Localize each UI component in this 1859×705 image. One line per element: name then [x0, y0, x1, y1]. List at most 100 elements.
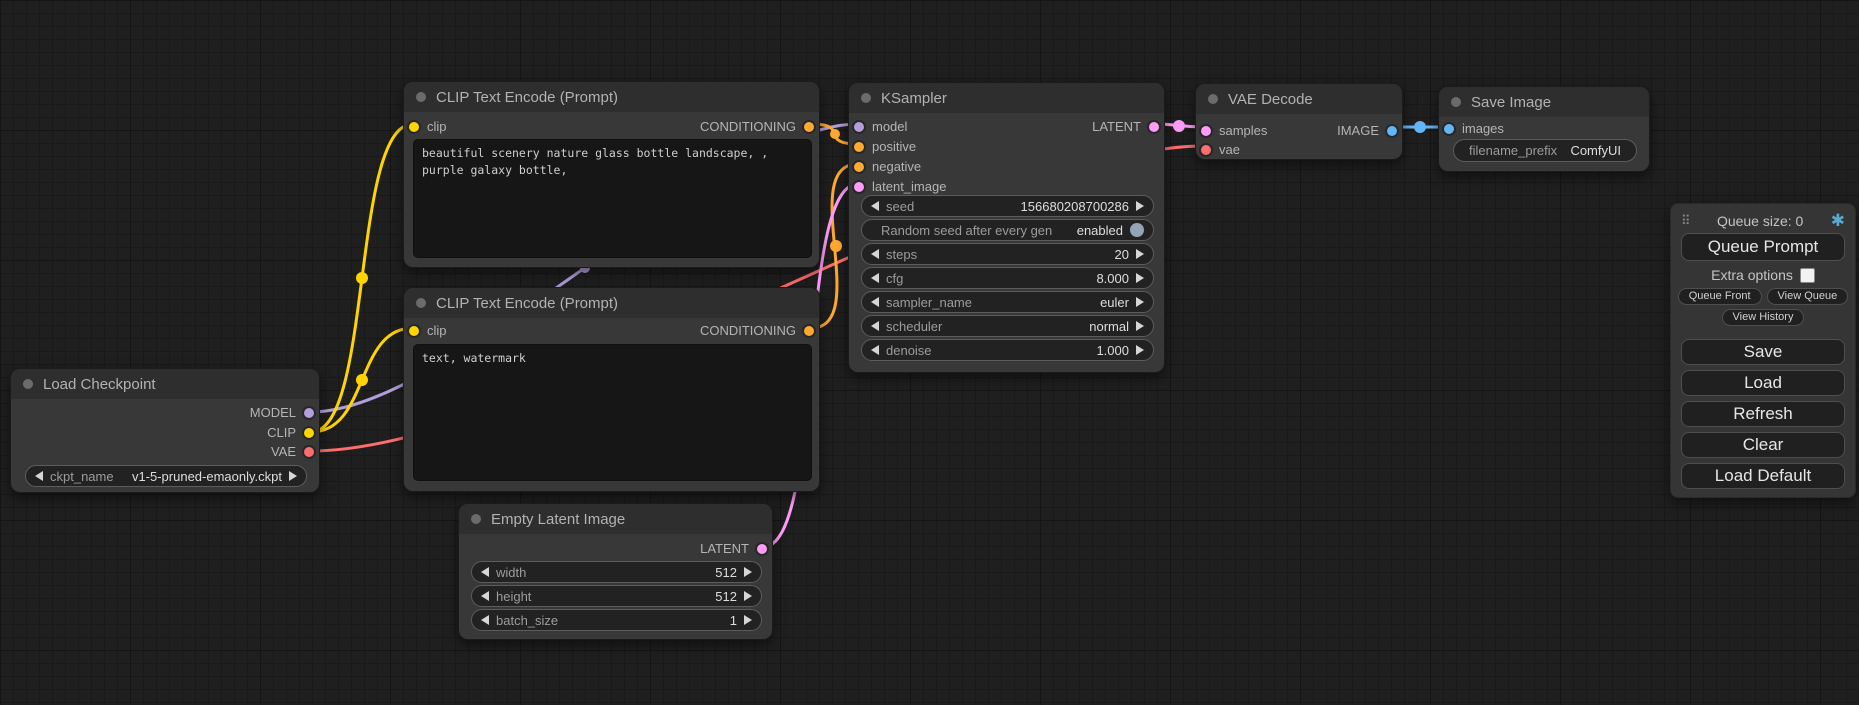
- conditioning-port-icon[interactable]: [854, 142, 864, 152]
- decrement-icon[interactable]: [871, 273, 879, 283]
- denoise-widget[interactable]: denoise 1.000: [861, 339, 1154, 361]
- prompt-textarea[interactable]: text, watermark: [413, 344, 812, 481]
- latent-port-icon[interactable]: [854, 182, 864, 192]
- node-title-bar[interactable]: Save Image: [1439, 87, 1649, 117]
- collapse-dot-icon[interactable]: [471, 514, 481, 524]
- input-port-latent-image[interactable]: latent_image: [854, 179, 946, 194]
- toggle-icon[interactable]: [1130, 223, 1144, 237]
- node-empty-latent-image[interactable]: Empty Latent Image LATENT width 512 heig…: [458, 503, 773, 640]
- output-port-conditioning[interactable]: CONDITIONING: [700, 323, 814, 338]
- extra-options-checkbox[interactable]: [1800, 268, 1815, 283]
- model-port-icon[interactable]: [854, 122, 864, 132]
- steps-widget[interactable]: steps 20: [861, 243, 1154, 265]
- increment-icon[interactable]: [1136, 345, 1144, 355]
- collapse-dot-icon[interactable]: [416, 298, 426, 308]
- decrement-icon[interactable]: [871, 201, 879, 211]
- model-port-icon[interactable]: [304, 408, 314, 418]
- filename-prefix-widget[interactable]: filename_prefix ComfyUI: [1453, 139, 1637, 162]
- image-port-icon[interactable]: [1444, 124, 1454, 134]
- output-port-image[interactable]: IMAGE: [1337, 123, 1397, 138]
- output-port-vae[interactable]: VAE: [271, 444, 314, 459]
- output-port-latent[interactable]: LATENT: [700, 541, 767, 556]
- increment-icon[interactable]: [744, 615, 752, 625]
- conditioning-port-icon[interactable]: [804, 122, 814, 132]
- node-title-bar[interactable]: Load Checkpoint: [11, 369, 319, 399]
- node-graph-canvas[interactable]: Load Checkpoint MODEL CLIP VAE ckpt_name…: [0, 0, 1859, 705]
- increment-icon[interactable]: [1136, 321, 1144, 331]
- node-ksampler[interactable]: KSampler model positive negative latent_…: [848, 82, 1165, 373]
- decrement-icon[interactable]: [871, 345, 879, 355]
- sampler-name-widget[interactable]: sampler_name euler: [861, 291, 1154, 313]
- output-port-clip[interactable]: CLIP: [267, 425, 314, 440]
- decrement-icon[interactable]: [871, 249, 879, 259]
- node-title-bar[interactable]: CLIP Text Encode (Prompt): [404, 288, 819, 318]
- decrement-icon[interactable]: [481, 615, 489, 625]
- output-port-model[interactable]: MODEL: [250, 405, 314, 420]
- scheduler-widget[interactable]: scheduler normal: [861, 315, 1154, 337]
- increment-icon[interactable]: [289, 471, 297, 481]
- collapse-dot-icon[interactable]: [1451, 97, 1461, 107]
- input-port-positive[interactable]: positive: [854, 139, 916, 154]
- decrement-icon[interactable]: [871, 297, 879, 307]
- save-button[interactable]: Save: [1681, 339, 1845, 365]
- increment-icon[interactable]: [1136, 297, 1144, 307]
- input-port-clip[interactable]: clip: [409, 119, 447, 134]
- random-seed-toggle-widget[interactable]: Random seed after every gen enabled: [861, 219, 1154, 241]
- latent-port-icon[interactable]: [1149, 122, 1159, 132]
- batch-size-widget[interactable]: batch_size 1: [471, 609, 762, 631]
- input-port-clip[interactable]: clip: [409, 323, 447, 338]
- conditioning-port-icon[interactable]: [804, 326, 814, 336]
- refresh-button[interactable]: Refresh: [1681, 401, 1845, 427]
- conditioning-port-icon[interactable]: [854, 162, 864, 172]
- queue-front-button[interactable]: Queue Front: [1678, 288, 1762, 305]
- node-load-checkpoint[interactable]: Load Checkpoint MODEL CLIP VAE ckpt_name…: [10, 368, 320, 493]
- collapse-dot-icon[interactable]: [1208, 94, 1218, 104]
- increment-icon[interactable]: [1136, 273, 1144, 283]
- height-widget[interactable]: height 512: [471, 585, 762, 607]
- increment-icon[interactable]: [744, 591, 752, 601]
- input-port-images[interactable]: images: [1444, 121, 1504, 136]
- node-clip-text-encode-negative[interactable]: CLIP Text Encode (Prompt) clip CONDITION…: [403, 287, 820, 492]
- prompt-textarea[interactable]: beautiful scenery nature glass bottle la…: [413, 139, 812, 258]
- latent-port-icon[interactable]: [757, 544, 767, 554]
- cfg-widget[interactable]: cfg 8.000: [861, 267, 1154, 289]
- input-port-samples[interactable]: samples: [1201, 123, 1267, 138]
- collapse-dot-icon[interactable]: [23, 379, 33, 389]
- decrement-icon[interactable]: [481, 591, 489, 601]
- view-queue-button[interactable]: View Queue: [1767, 288, 1849, 305]
- collapse-dot-icon[interactable]: [416, 92, 426, 102]
- node-vae-decode[interactable]: VAE Decode samples vae IMAGE: [1195, 83, 1403, 160]
- vae-port-icon[interactable]: [1201, 145, 1211, 155]
- node-title-bar[interactable]: VAE Decode: [1196, 84, 1402, 114]
- input-port-model[interactable]: model: [854, 119, 907, 134]
- output-port-latent[interactable]: LATENT: [1092, 119, 1159, 134]
- increment-icon[interactable]: [1136, 249, 1144, 259]
- node-clip-text-encode-positive[interactable]: CLIP Text Encode (Prompt) clip CONDITION…: [403, 81, 820, 268]
- decrement-icon[interactable]: [871, 321, 879, 331]
- latent-port-icon[interactable]: [1201, 126, 1211, 136]
- vae-port-icon[interactable]: [304, 447, 314, 457]
- decrement-icon[interactable]: [35, 471, 43, 481]
- queue-prompt-button[interactable]: Queue Prompt: [1681, 233, 1845, 261]
- decrement-icon[interactable]: [481, 567, 489, 577]
- seed-widget[interactable]: seed 156680208700286: [861, 195, 1154, 217]
- node-title-bar[interactable]: CLIP Text Encode (Prompt): [404, 82, 819, 112]
- increment-icon[interactable]: [1136, 201, 1144, 211]
- image-port-icon[interactable]: [1387, 126, 1397, 136]
- clear-button[interactable]: Clear: [1681, 432, 1845, 458]
- clip-port-icon[interactable]: [304, 428, 314, 438]
- drag-handle-icon[interactable]: ⠿: [1681, 213, 1690, 229]
- increment-icon[interactable]: [744, 567, 752, 577]
- collapse-dot-icon[interactable]: [861, 93, 871, 103]
- load-button[interactable]: Load: [1681, 370, 1845, 396]
- clip-port-icon[interactable]: [409, 326, 419, 336]
- node-save-image[interactable]: Save Image images filename_prefix ComfyU…: [1438, 86, 1650, 172]
- width-widget[interactable]: width 512: [471, 561, 762, 583]
- load-default-button[interactable]: Load Default: [1681, 463, 1845, 489]
- input-port-vae[interactable]: vae: [1201, 142, 1240, 157]
- ckpt-name-widget[interactable]: ckpt_name v1-5-pruned-emaonly.ckpt: [25, 465, 307, 487]
- view-history-button[interactable]: View History: [1722, 309, 1805, 326]
- input-port-negative[interactable]: negative: [854, 159, 921, 174]
- node-title-bar[interactable]: Empty Latent Image: [459, 504, 772, 534]
- settings-gear-icon[interactable]: ✱: [1831, 212, 1845, 229]
